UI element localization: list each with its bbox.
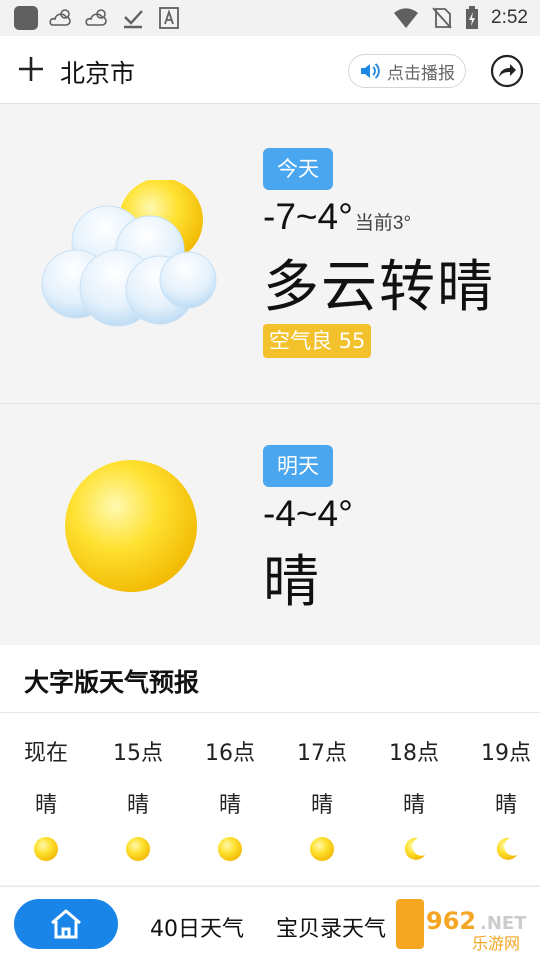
svg-text:.NET: .NET: [480, 913, 527, 934]
app-header: 北京市 点击播报: [0, 36, 540, 104]
nav-baby-weather[interactable]: 宝贝录天气: [276, 911, 386, 943]
share-icon[interactable]: [490, 54, 524, 88]
battery-charging-icon: [466, 6, 479, 29]
wifi-icon: [394, 8, 419, 28]
sun-icon: [34, 837, 58, 861]
hour-condition: 晴: [310, 793, 333, 818]
hour-item[interactable]: 17点晴: [276, 735, 368, 863]
hourly-forecast: 大字版天气预报 现在晴 15点晴 16点晴 17点晴 18点晴 19点晴: [0, 645, 540, 885]
clock: 2:52: [491, 7, 528, 28]
bottom-nav: 40日天气 宝贝录天气 962 .NET 乐游网: [0, 886, 540, 960]
today-card[interactable]: 今天 -7~4° 当前3° 多云转晴 空气良 55: [0, 104, 540, 404]
broadcast-label: 点击播报: [387, 63, 455, 84]
sun-icon: [65, 460, 197, 592]
sun-icon: [126, 837, 150, 861]
status-bar: 2:52: [0, 0, 540, 36]
cloud-sun-icon: [41, 180, 217, 327]
hour-time: 18点: [389, 741, 439, 766]
divider: [0, 712, 540, 713]
watermark-logo: 962 .NET 乐游网: [396, 899, 527, 953]
broadcast-button[interactable]: 点击播报: [348, 54, 466, 88]
cloud-sun-icon: [49, 9, 71, 26]
hour-time: 19点: [481, 741, 531, 766]
hour-time: 17点: [297, 741, 347, 766]
hour-condition: 晴: [494, 793, 517, 818]
tomorrow-tag: 明天: [263, 445, 333, 487]
today-tag: 今天: [263, 148, 333, 190]
hour-condition: 晴: [402, 793, 425, 818]
home-icon: [51, 909, 81, 939]
download-done-icon: [124, 10, 143, 29]
hour-condition: 晴: [34, 793, 57, 818]
moon-icon: [404, 837, 425, 860]
hour-item[interactable]: 15点晴: [92, 735, 184, 863]
aqi-badge[interactable]: 空气良 55: [263, 324, 372, 358]
hour-item[interactable]: 现在晴: [0, 735, 92, 863]
cloud-sun-icon: [85, 9, 107, 26]
sun-icon: [218, 837, 242, 861]
hour-time: 15点: [113, 741, 163, 766]
plus-icon[interactable]: [16, 54, 46, 84]
city-name[interactable]: 北京市: [60, 54, 135, 90]
hour-time: 16点: [205, 741, 255, 766]
current-temp: 当前3°: [354, 213, 412, 234]
forecast-title: 大字版天气预报: [24, 668, 200, 697]
svg-text:乐游网: 乐游网: [472, 934, 520, 953]
sun-icon: [310, 837, 334, 861]
hour-condition: 晴: [218, 793, 241, 818]
today-temp-range: -7~4° 当前3°: [263, 196, 411, 238]
nav-40day-weather[interactable]: 40日天气: [150, 911, 244, 943]
app-icon: [14, 6, 38, 30]
speaker-icon: [361, 63, 380, 79]
tomorrow-temp-value: -4~4°: [263, 493, 353, 534]
tomorrow-temp-range: -4~4°: [263, 493, 353, 535]
home-button[interactable]: [14, 899, 118, 949]
hour-time: 现在: [23, 741, 68, 766]
today-condition: 多云转晴: [263, 255, 495, 320]
hour-condition: 晴: [126, 793, 149, 818]
no-sim-icon: [432, 7, 452, 29]
svg-text:962: 962: [426, 907, 476, 935]
today-temp-value: -7~4°: [263, 196, 353, 237]
hour-item[interactable]: 19点晴: [460, 735, 540, 863]
moon-icon: [496, 837, 517, 860]
font-icon: [159, 7, 179, 29]
hour-item[interactable]: 18点晴: [368, 735, 460, 863]
tomorrow-condition: 晴: [263, 550, 321, 615]
tomorrow-card[interactable]: 明天 -4~4° 晴: [0, 405, 540, 645]
hour-item[interactable]: 16点晴: [184, 735, 276, 863]
